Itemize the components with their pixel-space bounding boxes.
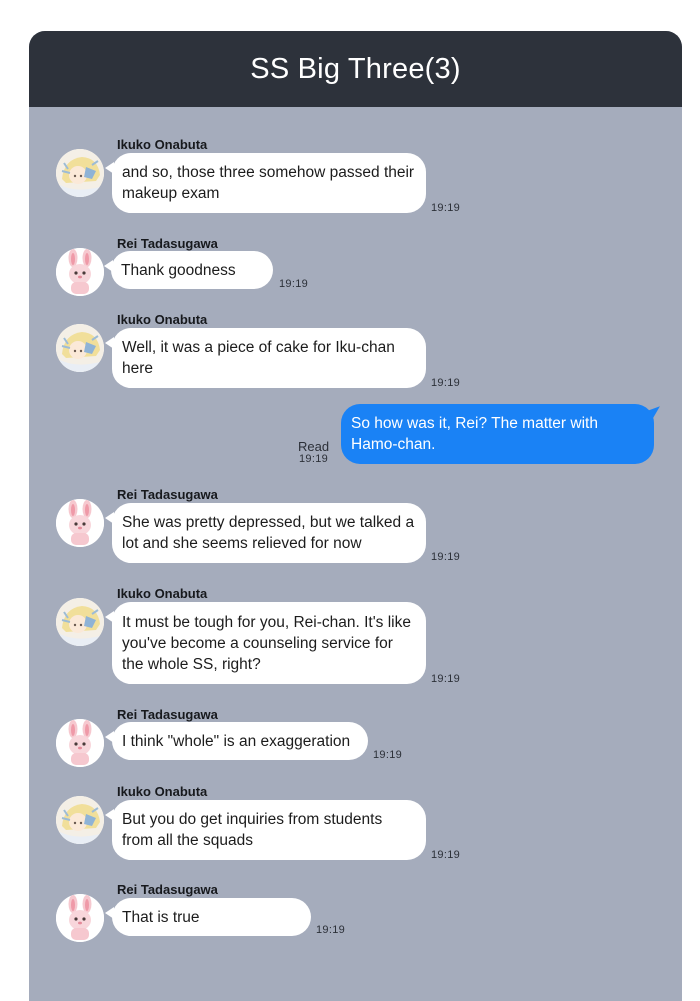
rei-avatar[interactable]: [56, 894, 104, 942]
sender-name: Ikuko Onabuta: [117, 784, 208, 799]
message-bubble[interactable]: But you do get inquiries from students f…: [105, 800, 426, 860]
outgoing-message-bubble[interactable]: So how was it, Rei? The matter with Hamo…: [341, 404, 654, 464]
sender-name: Rei Tadasugawa: [117, 882, 218, 897]
message-bubble[interactable]: It must be tough for you, Rei-chan. It's…: [105, 602, 426, 684]
message-bubble[interactable]: Thank goodness: [104, 251, 273, 289]
message-time: 19:19: [279, 278, 309, 290]
rei-avatar[interactable]: [56, 499, 104, 547]
ikuko-avatar[interactable]: [56, 324, 104, 372]
sender-name: Ikuko Onabuta: [117, 586, 208, 601]
sender-name: Rei Tadasugawa: [117, 236, 218, 251]
sender-name: Ikuko Onabuta: [117, 137, 208, 152]
read-label: Read: [298, 439, 330, 454]
message-bubble[interactable]: That is true: [105, 898, 311, 936]
chat-title: SS Big Three(3): [250, 52, 461, 85]
ikuko-avatar[interactable]: [56, 598, 104, 646]
sender-name: Ikuko Onabuta: [117, 312, 208, 327]
read-time: 19:19: [299, 453, 329, 465]
ikuko-avatar[interactable]: [56, 796, 104, 844]
rei-avatar[interactable]: [56, 719, 104, 767]
message-bubble[interactable]: Well, it was a piece of cake for Iku-cha…: [105, 328, 426, 388]
message-bubble[interactable]: I think "whole" is an exaggeration: [105, 722, 368, 760]
chat-header: SS Big Three(3): [29, 31, 682, 107]
read-receipt: Read 19:19: [298, 439, 330, 465]
message-time: 19:19: [373, 749, 403, 761]
message-time: 19:19: [431, 673, 461, 685]
message-time: 19:19: [431, 551, 461, 563]
ikuko-avatar[interactable]: [56, 149, 104, 197]
message-time: 19:19: [431, 202, 461, 214]
message-time: 19:19: [316, 924, 346, 936]
rei-avatar[interactable]: [56, 248, 104, 296]
sender-name: Rei Tadasugawa: [117, 487, 218, 502]
message-time: 19:19: [431, 377, 461, 389]
message-time: 19:19: [431, 849, 461, 861]
message-bubble[interactable]: and so, those three somehow passed their…: [105, 153, 426, 213]
message-bubble[interactable]: She was pretty depressed, but we talked …: [105, 503, 426, 563]
sender-name: Rei Tadasugawa: [117, 707, 218, 722]
